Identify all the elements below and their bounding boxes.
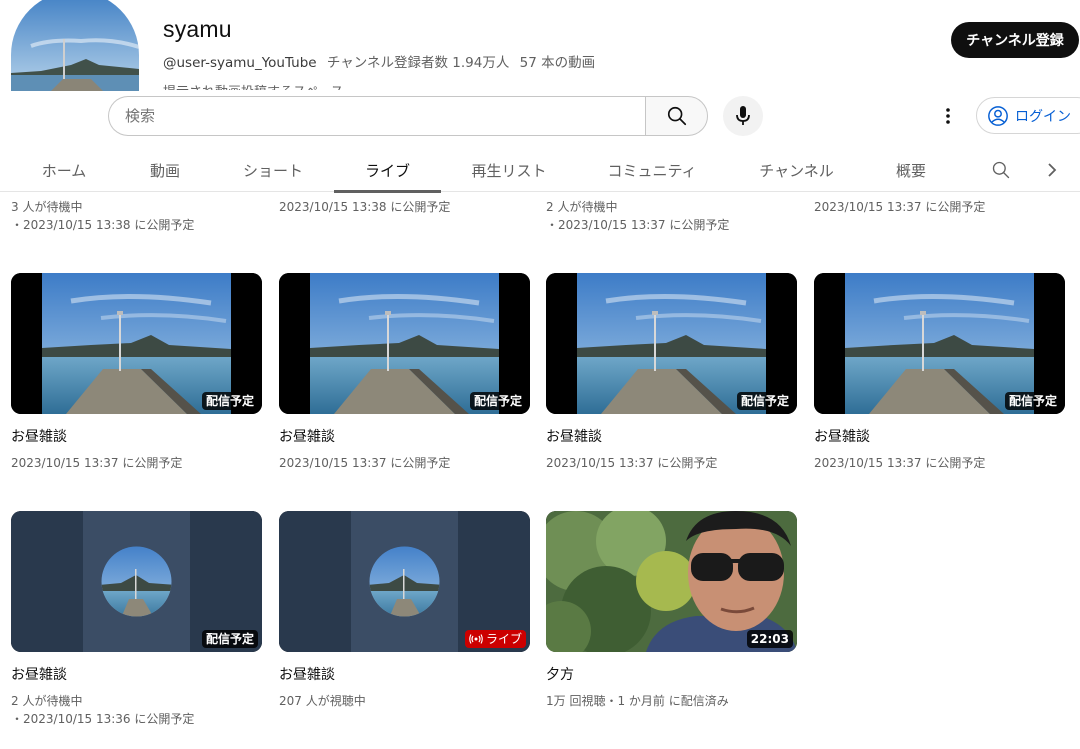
tab-about[interactable]: 概要 xyxy=(886,148,936,192)
video-card[interactable]: 配信予定 お昼雑談 2023/10/15 13:37 に公開予定 xyxy=(814,273,1065,472)
search-input[interactable] xyxy=(108,96,645,136)
video-title[interactable]: お昼雑談 xyxy=(279,666,530,684)
tab-videos[interactable]: 動画 xyxy=(140,148,190,192)
more-options-button[interactable] xyxy=(933,100,963,132)
status-badge: 配信予定 xyxy=(201,392,258,410)
video-meta: 1万 回視聴・1 か月前 に配信済み xyxy=(546,694,729,708)
video-count: 57 本の動画 xyxy=(519,55,596,71)
tabs-scroll-right-button[interactable] xyxy=(1038,156,1066,184)
list-item: 2023/10/15 13:37 に公開予定 xyxy=(814,200,986,214)
status-badge: 配信予定 xyxy=(1004,392,1061,410)
tab-home[interactable]: ホーム xyxy=(30,148,98,192)
list-item: 3 人が待機中 ・2023/10/15 13:38 に公開予定 xyxy=(11,200,195,232)
tab-community[interactable]: コミュニティ xyxy=(598,148,706,192)
channel-name: syamu xyxy=(163,16,232,42)
video-card[interactable]: 配信予定 お昼雑談 2023/10/15 13:37 に公開予定 xyxy=(11,273,262,472)
video-title[interactable]: お昼雑談 xyxy=(11,428,262,446)
list-item: 2023/10/15 13:38 に公開予定 xyxy=(279,200,451,214)
microphone-icon xyxy=(736,106,750,125)
channel-tabs: ホーム 動画 ショート ライブ 再生リスト コミュニティ チャンネル 概要 xyxy=(0,148,1080,193)
search-icon xyxy=(667,106,686,126)
video-card[interactable]: 配信予定 お昼雑談 2 人が待機中 ・2023/10/15 13:36 に公開予… xyxy=(11,511,262,728)
chevron-right-icon xyxy=(1048,163,1057,177)
video-title[interactable]: お昼雑談 xyxy=(11,666,262,684)
live-broadcast-icon xyxy=(469,634,483,644)
subscribe-button[interactable]: チャンネル登録 xyxy=(951,22,1079,58)
channel-description-text: 提示され動画投稿するスペース xyxy=(163,81,563,90)
tab-live[interactable]: ライブ xyxy=(334,148,441,193)
video-thumbnail[interactable]: 配信予定 xyxy=(546,273,797,414)
search-button[interactable] xyxy=(645,96,708,136)
tab-playlists[interactable]: 再生リスト xyxy=(463,148,555,192)
tab-search-button[interactable] xyxy=(987,156,1015,184)
status-badge: 配信予定 xyxy=(469,392,526,410)
login-label: ログイン xyxy=(1015,108,1071,125)
channel-meta: @user-syamu_YouTube チャンネル登録者数 1.94万人 57 … xyxy=(163,51,601,71)
video-card[interactable]: 22:03 夕方 1万 回視聴・1 か月前 に配信済み xyxy=(546,511,797,710)
live-badge: ライブ xyxy=(464,630,526,648)
video-meta: 2023/10/15 13:37 に公開予定 xyxy=(279,456,451,470)
video-thumbnail[interactable]: 配信予定 xyxy=(11,511,262,652)
more-vertical-icon xyxy=(946,108,950,124)
video-meta: 207 人が視聴中 xyxy=(279,694,366,708)
subscriber-count: チャンネル登録者数 1.94万人 xyxy=(326,55,510,71)
video-meta: 2023/10/15 13:37 に公開予定 xyxy=(546,456,718,470)
video-card[interactable]: 配信予定 お昼雑談 2023/10/15 13:37 に公開予定 xyxy=(279,273,530,472)
duration-badge: 22:03 xyxy=(746,630,793,648)
video-meta: 2023/10/15 13:37 に公開予定 xyxy=(11,456,183,470)
list-item: 2 人が待機中 ・2023/10/15 13:37 に公開予定 xyxy=(546,200,730,232)
video-meta: 2023/10/15 13:37 に公開予定 xyxy=(814,456,986,470)
status-badge: 配信予定 xyxy=(201,630,258,648)
video-title[interactable]: 夕方 xyxy=(546,666,797,684)
channel-description[interactable]: 提示され動画投稿するスペース xyxy=(163,78,563,90)
tab-shorts[interactable]: ショート xyxy=(232,148,314,192)
video-title[interactable]: お昼雑談 xyxy=(814,428,1065,446)
search-bar xyxy=(108,96,708,136)
video-meta: 2 人が待機中 ・2023/10/15 13:36 に公開予定 xyxy=(11,694,195,726)
video-thumbnail[interactable]: 22:03 xyxy=(546,511,797,652)
video-thumbnail[interactable]: 配信予定 xyxy=(279,273,530,414)
video-title[interactable]: お昼雑談 xyxy=(279,428,530,446)
video-title[interactable]: お昼雑談 xyxy=(546,428,797,446)
video-card[interactable]: ライブ お昼雑談 207 人が視聴中 xyxy=(279,511,530,710)
video-thumbnail[interactable]: 配信予定 xyxy=(814,273,1065,414)
video-thumbnail[interactable]: ライブ xyxy=(279,511,530,652)
tab-channels[interactable]: チャンネル xyxy=(750,148,843,192)
search-icon xyxy=(992,161,1010,179)
video-thumbnail[interactable]: 配信予定 xyxy=(11,273,262,414)
video-card[interactable]: 配信予定 お昼雑談 2023/10/15 13:37 に公開予定 xyxy=(546,273,797,472)
channel-handle: @user-syamu_YouTube xyxy=(163,55,317,71)
channel-avatar[interactable] xyxy=(11,0,139,91)
status-badge: 配信予定 xyxy=(736,392,793,410)
voice-search-button[interactable] xyxy=(723,96,763,136)
login-button[interactable]: ログイン xyxy=(976,97,1080,134)
account-circle-icon xyxy=(988,105,1008,126)
